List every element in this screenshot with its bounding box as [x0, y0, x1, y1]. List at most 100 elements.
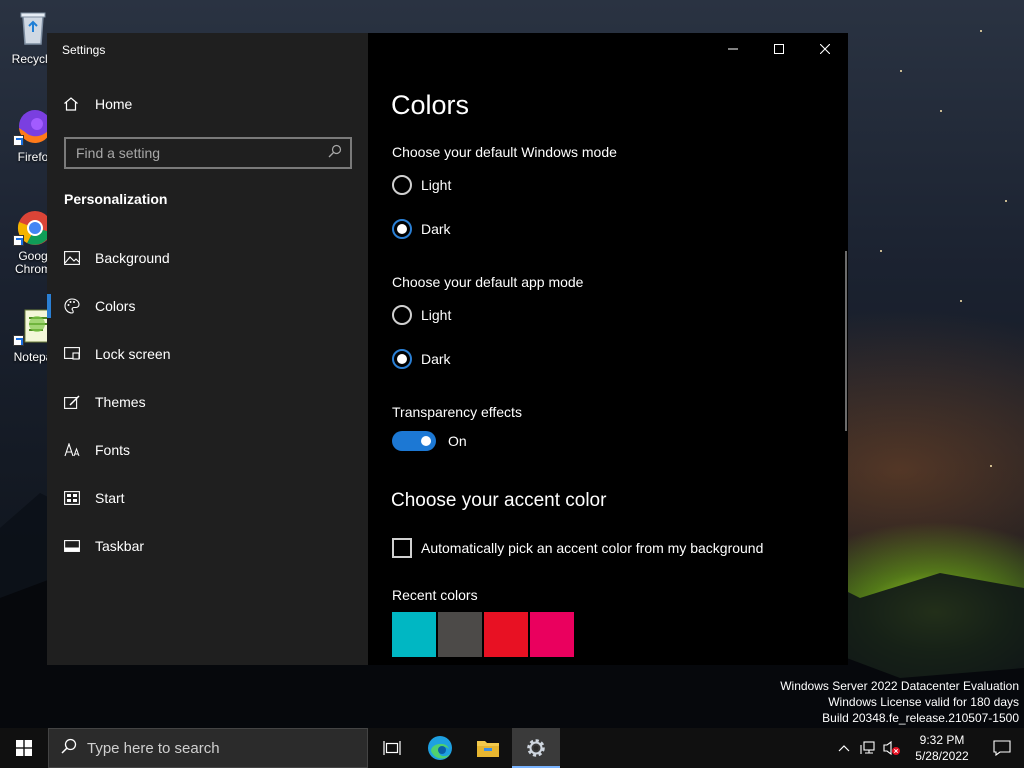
- maximize-button[interactable]: [756, 33, 802, 65]
- search-icon: [61, 738, 77, 758]
- radio-label: Light: [421, 307, 452, 323]
- app-mode-light-radio[interactable]: Light: [392, 305, 451, 325]
- volume-muted-icon: [883, 740, 900, 756]
- network-button[interactable]: [856, 728, 880, 768]
- page-title: Colors: [391, 90, 470, 120]
- color-swatch[interactable]: [438, 612, 482, 657]
- taskbar-edge[interactable]: [416, 728, 464, 768]
- system-tray: 9:32 PM 5/28/2022: [832, 728, 1024, 768]
- close-icon: [820, 44, 830, 54]
- start-icon: [64, 490, 80, 506]
- minimize-button[interactable]: [710, 33, 756, 65]
- window-title: Settings: [62, 43, 106, 57]
- chevron-up-icon: [838, 745, 850, 752]
- taskbar: Type here to search 9:32 PM 5/28/2022: [0, 728, 1024, 768]
- radio-circle-checked: [392, 219, 412, 239]
- transparency-toggle[interactable]: [392, 431, 436, 451]
- settings-search-input[interactable]: [76, 145, 328, 161]
- transparency-toggle-row: On: [392, 431, 467, 451]
- radio-circle: [392, 175, 412, 195]
- radio-label: Dark: [421, 351, 451, 367]
- nav-item-colors[interactable]: Colors: [47, 282, 368, 330]
- fonts-icon: [64, 442, 80, 458]
- windows-mode-light-radio[interactable]: Light: [392, 175, 451, 195]
- nav-item-taskbar[interactable]: Taskbar: [47, 522, 368, 570]
- radio-label: Dark: [421, 221, 451, 237]
- nav-section-heading: Personalization: [64, 191, 168, 207]
- transparency-label: Transparency effects: [392, 404, 522, 420]
- settings-gear-icon: [527, 739, 545, 757]
- show-hidden-icons-button[interactable]: [832, 728, 856, 768]
- clock-time: 9:32 PM: [919, 733, 965, 747]
- nav-item-label: Lock screen: [95, 346, 171, 362]
- nav-item-label: Colors: [95, 298, 136, 314]
- windows-mode-label: Choose your default Windows mode: [392, 144, 617, 160]
- edge-icon: [428, 736, 452, 760]
- radio-circle-checked: [392, 349, 412, 369]
- nav-item-lock-screen[interactable]: Lock screen: [47, 330, 368, 378]
- nav-item-background[interactable]: Background: [47, 234, 368, 282]
- volume-button[interactable]: [880, 728, 904, 768]
- color-swatch[interactable]: [392, 612, 436, 657]
- task-view-icon: [383, 741, 401, 755]
- file-explorer-icon: [477, 741, 499, 757]
- nav-home-button[interactable]: Home: [63, 96, 132, 112]
- maximize-icon: [774, 44, 784, 54]
- search-icon[interactable]: [328, 144, 342, 163]
- nav-item-fonts[interactable]: Fonts: [47, 426, 368, 474]
- themes-icon: [64, 394, 80, 410]
- nav-item-label: Taskbar: [95, 538, 145, 554]
- minimize-icon: [728, 48, 738, 50]
- start-button[interactable]: [0, 728, 48, 768]
- colors-content-pane: Colors Choose your default Windows mode …: [368, 33, 848, 665]
- taskbar-task-view[interactable]: [368, 728, 416, 768]
- taskbar-clock[interactable]: 9:32 PM 5/28/2022: [904, 732, 980, 764]
- nav-home-label: Home: [95, 96, 133, 112]
- background-icon: [64, 250, 80, 266]
- app-mode-dark-radio[interactable]: Dark: [392, 349, 451, 369]
- nav-item-label: Start: [95, 490, 125, 506]
- windows-logo-icon: [16, 740, 32, 756]
- home-icon: [63, 96, 79, 112]
- license-watermark: Windows Server 2022 Datacenter Evaluatio…: [780, 678, 1019, 726]
- nav-item-label: Fonts: [95, 442, 131, 458]
- watermark-line: Build 20348.fe_release.210507-1500: [822, 711, 1019, 725]
- toggle-state-label: On: [448, 433, 467, 449]
- nav-item-start[interactable]: Start: [47, 474, 368, 522]
- notification-icon: [993, 740, 1011, 756]
- color-swatch[interactable]: [484, 612, 528, 657]
- checkbox-label: Automatically pick an accent color from …: [421, 540, 764, 556]
- radio-label: Light: [421, 177, 452, 193]
- nav-item-label: Themes: [95, 394, 146, 410]
- nav-item-label: Background: [95, 250, 170, 266]
- nav-item-themes[interactable]: Themes: [47, 378, 368, 426]
- taskbar-search-box[interactable]: Type here to search: [48, 728, 368, 768]
- nav-list: Background Colors Lock screen Themes Fon…: [47, 234, 368, 570]
- auto-accent-checkbox[interactable]: Automatically pick an accent color from …: [392, 538, 763, 558]
- vertical-scrollbar[interactable]: [845, 251, 847, 431]
- radio-circle: [392, 305, 412, 325]
- navigation-pane: Settings Home Personalization Background: [47, 33, 368, 665]
- windows-mode-dark-radio[interactable]: Dark: [392, 219, 451, 239]
- color-swatch[interactable]: [530, 612, 574, 657]
- settings-window: Settings Home Personalization Background: [47, 33, 848, 665]
- close-button[interactable]: [802, 33, 848, 65]
- caption-buttons: [710, 33, 848, 65]
- watermark-line: Windows License valid for 180 days: [828, 695, 1019, 709]
- taskbar-search-placeholder: Type here to search: [87, 739, 220, 757]
- settings-search-box[interactable]: [64, 137, 352, 169]
- recent-colors-row: [392, 612, 576, 657]
- watermark-line: Windows Server 2022 Datacenter Evaluatio…: [780, 679, 1019, 693]
- taskbar-icon: [64, 538, 80, 554]
- palette-icon: [64, 298, 80, 314]
- lock-screen-icon: [64, 346, 80, 362]
- network-icon: [860, 741, 875, 754]
- action-center-button[interactable]: [980, 728, 1024, 768]
- taskbar-file-explorer[interactable]: [464, 728, 512, 768]
- taskbar-settings[interactable]: [512, 728, 560, 768]
- app-mode-label: Choose your default app mode: [392, 274, 584, 290]
- clock-date: 5/28/2022: [915, 749, 969, 763]
- checkbox-box: [392, 538, 412, 558]
- accent-color-heading: Choose your accent color: [391, 490, 607, 511]
- recent-colors-label: Recent colors: [392, 587, 478, 603]
